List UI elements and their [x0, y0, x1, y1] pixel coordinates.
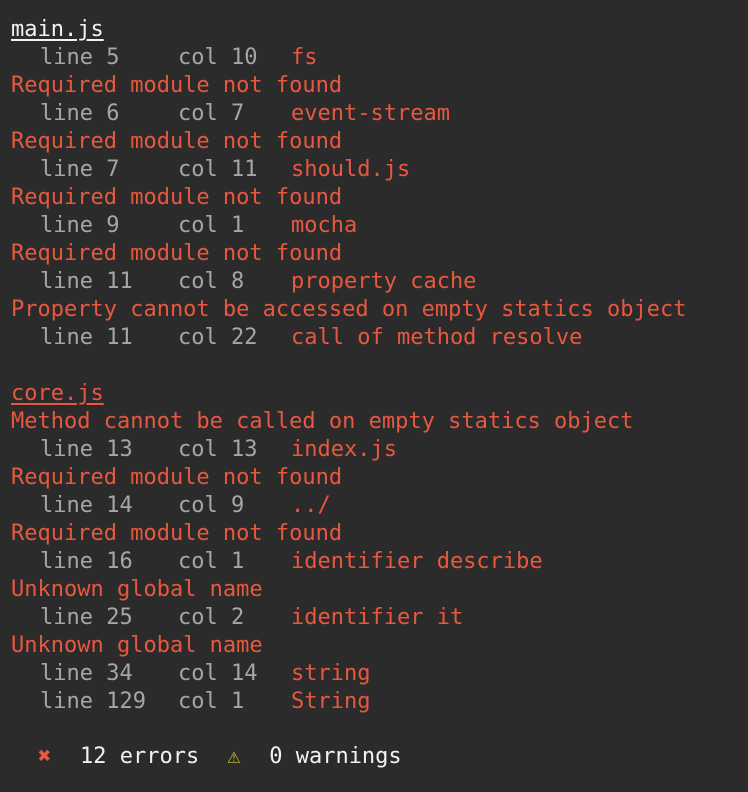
symbol-name: fs: [291, 45, 318, 70]
symbol-name: event-stream: [291, 101, 450, 126]
error-message: Required module not found: [11, 73, 343, 98]
error-message: Required module not found: [11, 465, 343, 490]
column-number: col 14: [178, 661, 258, 686]
error-message: Required module not found: [11, 129, 343, 154]
file-name: core.js: [11, 381, 104, 406]
error-location: line 11 col 8 property cache: [11, 268, 687, 296]
column-number: col 8: [178, 269, 245, 294]
line-number: line 16: [40, 549, 133, 574]
line-number: line 6: [40, 101, 120, 126]
error-message: Method cannot be called on empty statics…: [11, 409, 634, 434]
error-location: line 11 col 22 call of method resolve: [11, 324, 687, 352]
symbol-name: identifier describe: [291, 549, 543, 574]
column-number: col 1: [178, 689, 245, 714]
error-location: line 6 col 7 event-stream: [11, 100, 687, 128]
symbol-name: property cache: [291, 269, 477, 294]
column-number: col 11: [178, 157, 258, 182]
line-number: line 34: [40, 661, 133, 686]
line-number: line 13: [40, 437, 133, 462]
lint-summary: ✖ 12 errors ⚠ 0 warnings: [38, 743, 402, 771]
error-message: Required module not found: [11, 521, 343, 546]
column-number: col 10: [178, 45, 258, 70]
column-number: col 1: [178, 549, 245, 574]
symbol-name: mocha: [291, 213, 358, 238]
error-message: Property cannot be accessed on empty sta…: [11, 297, 687, 322]
warning-icon: ⚠: [227, 744, 241, 769]
line-number: line 25: [40, 605, 133, 630]
column-number: col 1: [178, 213, 245, 238]
symbol-name: String: [291, 689, 371, 714]
line-number: line 7: [40, 157, 120, 182]
error-location: line 13 col 13 index.js: [11, 436, 687, 464]
column-number: col 7: [178, 101, 245, 126]
symbol-name: should.js: [291, 157, 411, 182]
line-number: line 129: [40, 689, 146, 714]
terminal-output: main.js line 5 col 10 fs Required module not…: [11, 16, 687, 716]
column-number: col 22: [178, 325, 258, 350]
warning-count: 0 warnings: [269, 744, 402, 769]
error-message: Unknown global name: [11, 577, 263, 602]
error-message: Unknown global name: [11, 633, 263, 658]
column-number: col 13: [178, 437, 258, 462]
error-location: line 7 col 11 should.js: [11, 156, 687, 184]
line-number: line 9: [40, 213, 120, 238]
file-name: main.js: [11, 17, 104, 42]
symbol-name: ../: [291, 493, 331, 518]
symbol-name: identifier it: [291, 605, 464, 630]
error-location: line 34 col 14 string: [11, 660, 687, 688]
error-message: Required module not found: [11, 241, 343, 266]
error-message: Required module not found: [11, 185, 343, 210]
line-number: line 11: [40, 269, 133, 294]
line-number: line 11: [40, 325, 133, 350]
symbol-name: call of method resolve: [291, 325, 583, 350]
error-location: line 25 col 2 identifier it: [11, 604, 687, 632]
column-number: col 2: [178, 605, 245, 630]
error-location: line 16 col 1 identifier describe: [11, 548, 687, 576]
column-number: col 9: [178, 493, 245, 518]
line-number: line 5: [40, 45, 120, 70]
error-location: line 129 col 1 String: [11, 688, 687, 716]
error-count: 12 errors: [80, 744, 200, 769]
symbol-name: index.js: [291, 437, 397, 462]
error-location: line 5 col 10 fs: [11, 44, 687, 72]
error-location: line 14 col 9 ../: [11, 492, 687, 520]
line-number: line 14: [40, 493, 133, 518]
symbol-name: string: [291, 661, 371, 686]
error-location: line 9 col 1 mocha: [11, 212, 687, 240]
error-icon: ✖: [38, 744, 52, 769]
